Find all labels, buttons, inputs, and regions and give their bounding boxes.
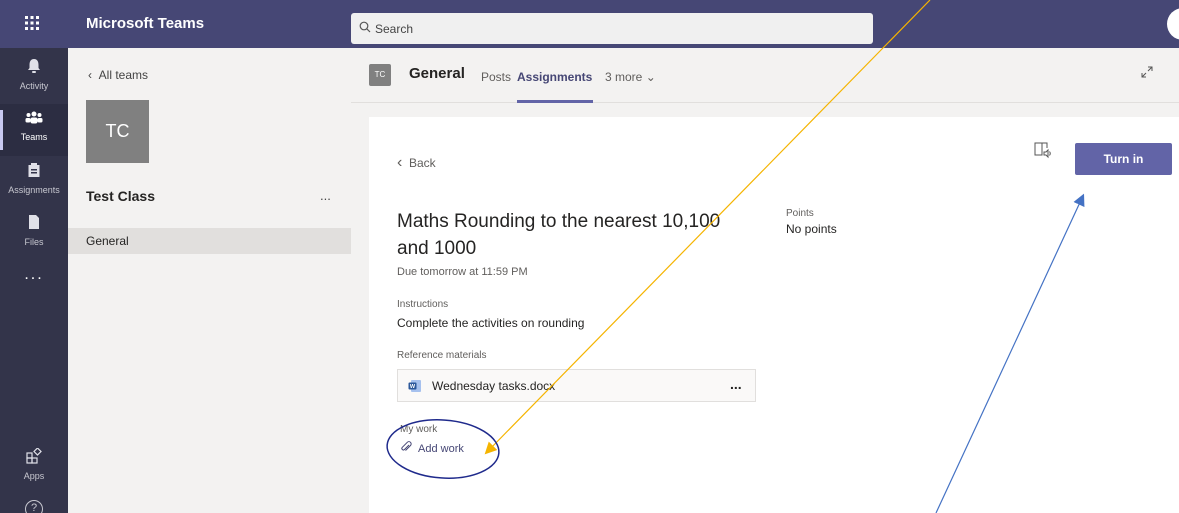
chevron-down-icon: ⌄	[645, 70, 656, 84]
rail-item-files[interactable]: Files	[0, 208, 68, 260]
svg-text:W: W	[410, 384, 416, 390]
channel-item-general[interactable]: General	[68, 228, 351, 254]
tab-more[interactable]: 3 more ⌄	[605, 70, 656, 84]
back-button[interactable]: ‹ Back	[397, 154, 436, 172]
reference-materials-label: Reference materials	[397, 350, 487, 361]
apps-icon	[0, 447, 68, 471]
add-work-button[interactable]: Add work	[400, 441, 464, 456]
search-icon	[359, 20, 371, 38]
help-icon[interactable]: ?	[25, 500, 43, 513]
reference-file-name: Wednesday tasks.docx	[432, 379, 556, 393]
team-name: Test Class	[86, 188, 155, 204]
rail-item-assignments[interactable]: Assignments	[0, 156, 68, 208]
immersive-reader-icon[interactable]	[1033, 140, 1053, 160]
reference-file-card[interactable]: W Wednesday tasks.docx ...	[397, 369, 756, 402]
search-input[interactable]	[375, 13, 855, 44]
rail-item-apps[interactable]: Apps	[0, 442, 68, 494]
instructions-label: Instructions	[397, 299, 449, 310]
assignment-title: Maths Rounding to the nearest 10,100 and…	[397, 211, 721, 259]
teams-icon	[0, 110, 68, 132]
app-title: Microsoft Teams	[86, 15, 205, 32]
bell-icon	[0, 58, 68, 81]
team-panel: ‹ All teams TC Test Class ... General	[68, 48, 351, 513]
add-work-label: Add work	[418, 442, 464, 455]
rail-label: Apps	[23, 471, 45, 481]
instructions-text: Complete the activities on rounding	[397, 316, 585, 330]
team-more-options-button[interactable]: ...	[320, 188, 331, 203]
my-work-label: My work	[400, 424, 438, 435]
tab-more-label: 3 more	[605, 70, 643, 84]
tab-assignments[interactable]: Assignments	[517, 70, 592, 84]
channel-header: TC General Posts Assignments 3 more ⌄	[351, 48, 1179, 103]
due-date: Due tomorrow at 11:59 PM	[397, 266, 528, 278]
search-box[interactable]	[351, 13, 873, 44]
rail-item-activity[interactable]: Activity	[0, 52, 68, 104]
channel-label: General	[86, 234, 129, 248]
waffle-grid-icon[interactable]	[22, 13, 42, 33]
rail-label: Assignments	[8, 185, 60, 195]
top-bar: Microsoft Teams	[0, 0, 1179, 48]
rail-label: Activity	[19, 81, 49, 91]
rail-label: Files	[24, 237, 44, 247]
user-avatar[interactable]	[1167, 8, 1179, 40]
channel-avatar: TC	[369, 64, 391, 86]
turn-in-button[interactable]: Turn in	[1075, 143, 1172, 175]
rail-more-button[interactable]: ...	[0, 266, 68, 284]
file-more-options-button[interactable]: ...	[730, 376, 742, 392]
app-rail: Activity Teams Assignments Files ... App…	[0, 48, 68, 513]
assignment-card	[369, 117, 1179, 513]
channel-title: General	[409, 65, 465, 82]
file-icon	[0, 214, 68, 237]
points-label: Points	[786, 208, 814, 219]
chevron-left-icon: ‹	[397, 154, 403, 171]
assignments-icon	[0, 162, 68, 185]
word-document-icon: W	[408, 379, 422, 393]
points-value: No points	[786, 222, 837, 236]
rail-label: Teams	[20, 132, 48, 142]
team-avatar: TC	[86, 100, 149, 163]
all-teams-label: All teams	[98, 68, 149, 82]
all-teams-link[interactable]: ‹ All teams	[88, 68, 148, 82]
tab-posts[interactable]: Posts	[481, 70, 511, 84]
chevron-left-icon: ‹	[88, 68, 92, 82]
expand-icon[interactable]	[1141, 66, 1153, 81]
rail-item-teams[interactable]: Teams	[0, 104, 68, 156]
back-label: Back	[409, 156, 436, 170]
paperclip-icon	[400, 441, 412, 456]
